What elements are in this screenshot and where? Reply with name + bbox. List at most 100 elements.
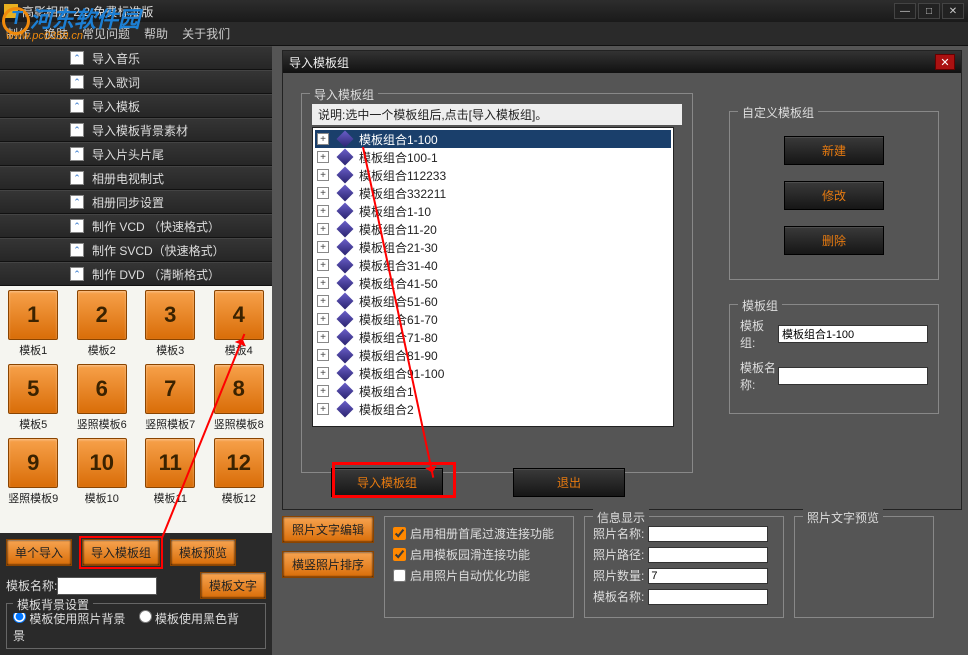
folder-icon (337, 203, 354, 220)
expand-icon[interactable]: + (317, 169, 329, 181)
tree-row[interactable]: +模板组合1 (315, 382, 671, 400)
expand-icon[interactable]: + (317, 385, 329, 397)
folder-icon (337, 257, 354, 274)
template-preview-button[interactable]: 模板预览 (170, 539, 236, 566)
folder-icon (337, 311, 354, 328)
expand-icon[interactable]: + (317, 403, 329, 415)
sidebar-item[interactable]: ⌃制作 VCD （快速格式） (0, 214, 272, 238)
tree-row[interactable]: +模板组合61-70 (315, 310, 671, 328)
sidebar-item[interactable]: ⌃导入模板 (0, 94, 272, 118)
expand-icon[interactable]: + (317, 151, 329, 163)
template-cell[interactable]: 1模板1 (4, 290, 63, 358)
template-cell[interactable]: 5模板5 (4, 364, 63, 432)
expand-icon[interactable]: + (317, 349, 329, 361)
menu-help[interactable]: 帮助 (144, 25, 168, 42)
dialog-close-button[interactable]: ✕ (935, 54, 955, 70)
chk-transition[interactable] (393, 527, 406, 540)
new-button[interactable]: 新建 (784, 136, 884, 165)
close-button[interactable]: ✕ (942, 3, 964, 19)
template-label: 竖照模板6 (73, 416, 132, 432)
chevron-up-icon: ⌃ (70, 243, 84, 257)
expand-icon[interactable]: + (317, 331, 329, 343)
sidebar-item[interactable]: ⌃导入模板背景素材 (0, 118, 272, 142)
info-group-label: 模板组: (740, 317, 778, 351)
maximize-button[interactable]: □ (918, 3, 940, 19)
sidebar-item[interactable]: ⌃导入片头片尾 (0, 142, 272, 166)
folder-icon (337, 185, 354, 202)
sidebar-item[interactable]: ⌃相册电视制式 (0, 166, 272, 190)
sidebar-item[interactable]: ⌃导入音乐 (0, 46, 272, 70)
tree-row[interactable]: +模板组合100-1 (315, 148, 671, 166)
template-label: 竖照模板9 (4, 490, 63, 506)
chk-smooth[interactable] (393, 548, 406, 561)
sidebar-item[interactable]: ⌃导入歌词 (0, 70, 272, 94)
sidebar-item[interactable]: ⌃制作 DVD （清晰格式） (0, 262, 272, 286)
tree-row[interactable]: +模板组合81-90 (315, 346, 671, 364)
template-thumb: 3 (145, 290, 195, 340)
expand-icon[interactable]: + (317, 223, 329, 235)
menu-about[interactable]: 关于我们 (182, 25, 230, 42)
sidebar-item-label: 制作 SVCD（快速格式） (92, 242, 225, 259)
template-text-button[interactable]: 模板文字 (200, 572, 266, 599)
expand-icon[interactable]: + (317, 187, 329, 199)
template-thumb: 12 (214, 438, 264, 488)
template-thumb: 6 (77, 364, 127, 414)
tree-row[interactable]: + 模板组合71-80 (315, 328, 671, 346)
info-group-value[interactable] (778, 325, 928, 343)
template-cell[interactable]: 11模板11 (141, 438, 200, 506)
folder-icon (337, 347, 354, 364)
folder-icon (337, 383, 354, 400)
dialog-exit-button[interactable]: 退出 (513, 468, 625, 497)
tree-row[interactable]: +模板组合91-100 (315, 364, 671, 382)
expand-icon[interactable]: + (317, 133, 329, 145)
template-cell[interactable]: 10模板10 (73, 438, 132, 506)
radio-photo-bg[interactable]: 模板使用照片背景 (13, 612, 125, 626)
template-cell[interactable]: 7竖照模板7 (141, 364, 200, 432)
chevron-up-icon: ⌃ (70, 123, 84, 137)
tree-row[interactable]: +模板组合2 (315, 400, 671, 418)
template-grid-panel: 1模板12模板23模板34模板45模板56竖照模板67竖照模板78竖照模板89竖… (0, 286, 272, 533)
delete-button[interactable]: 删除 (784, 226, 884, 255)
bg-settings-legend: 模板背景设置 (13, 596, 93, 613)
sidebar: ⌃导入音乐⌃导入歌词⌃导入模板⌃导入模板背景素材⌃导入片头片尾⌃相册电视制式⌃相… (0, 46, 272, 655)
tree-row[interactable]: +模板组合11-20 (315, 220, 671, 238)
photo-count-field[interactable] (648, 568, 768, 584)
photo-sort-button[interactable]: 横竖照片排序 (282, 551, 374, 578)
single-import-button[interactable]: 单个导入 (6, 539, 72, 566)
template-name-label: 模板名称: (6, 577, 57, 594)
tree-row[interactable]: +模板组合31-40 (315, 256, 671, 274)
template-cell[interactable]: 12模板12 (210, 438, 269, 506)
tree-row[interactable]: +模板组合41-50 (315, 274, 671, 292)
tree-row[interactable]: +模板组合21-30 (315, 238, 671, 256)
edit-button[interactable]: 修改 (784, 181, 884, 210)
expand-icon[interactable]: + (317, 277, 329, 289)
template-name-input[interactable] (57, 577, 157, 595)
photo-path-field[interactable] (648, 547, 768, 563)
expand-icon[interactable]: + (317, 313, 329, 325)
tree-row[interactable]: +模板组合1-100 (315, 130, 671, 148)
tree-row-label: 模板组合71-80 (357, 329, 440, 346)
expand-icon[interactable]: + (317, 295, 329, 307)
expand-icon[interactable]: + (317, 259, 329, 271)
tree-row[interactable]: +模板组合51-60 (315, 292, 671, 310)
group-import-button[interactable]: 导入模板组 (82, 539, 160, 566)
template-cell[interactable]: 3模板3 (141, 290, 200, 358)
sidebar-item[interactable]: ⌃ 制作 SVCD（快速格式） (0, 238, 272, 262)
tree-row[interactable]: +模板组合332211 (315, 184, 671, 202)
info-name-value[interactable] (778, 367, 928, 385)
template-cell[interactable]: 9竖照模板9 (4, 438, 63, 506)
expand-icon[interactable]: + (317, 241, 329, 253)
expand-icon[interactable]: + (317, 205, 329, 217)
minimize-button[interactable]: — (894, 3, 916, 19)
photo-name-field[interactable] (648, 526, 768, 542)
tree-row[interactable]: +模板组合1-10 (315, 202, 671, 220)
template-cell[interactable]: 6 竖照模板6 (73, 364, 132, 432)
tpl-name-field[interactable] (648, 589, 768, 605)
dialog-title: 导入模板组 (289, 54, 349, 71)
sidebar-item[interactable]: ⌃相册同步设置 (0, 190, 272, 214)
photo-text-edit-button[interactable]: 照片文字编辑 (282, 516, 374, 543)
chk-optimize[interactable] (393, 569, 406, 582)
template-cell[interactable]: 2模板2 (73, 290, 132, 358)
expand-icon[interactable]: + (317, 367, 329, 379)
template-thumb: 11 (145, 438, 195, 488)
